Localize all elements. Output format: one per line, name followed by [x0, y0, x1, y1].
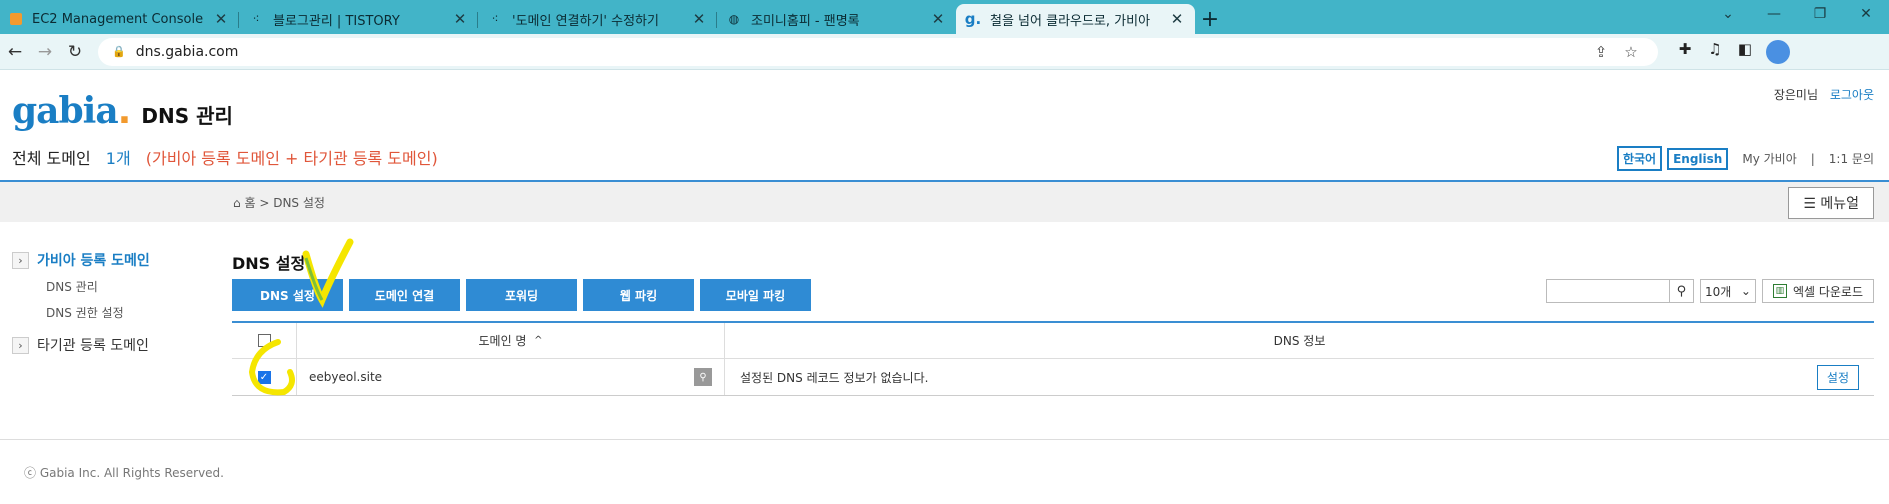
annotation-circle	[248, 339, 295, 396]
annotation-checkmark	[302, 238, 354, 308]
annotation-checkmark-accent	[304, 257, 324, 301]
annotation-overlay	[248, 238, 354, 396]
